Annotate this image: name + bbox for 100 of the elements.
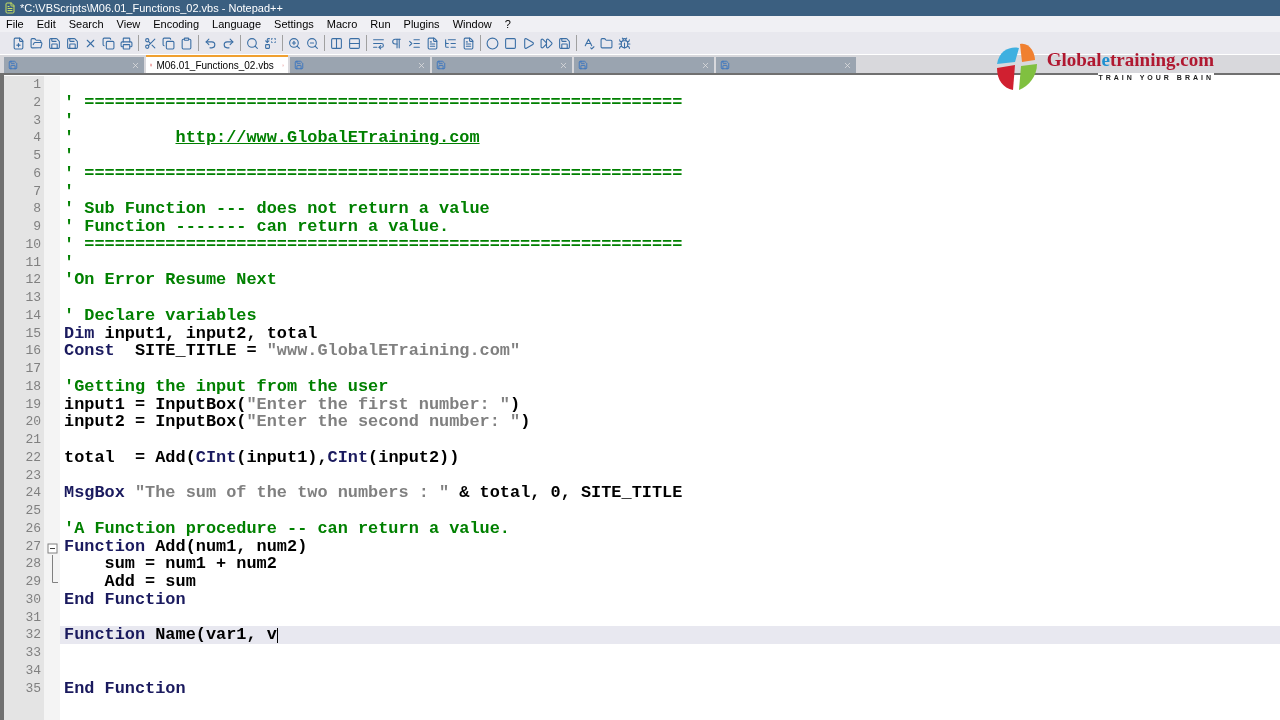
document-icon[interactable]: [462, 36, 475, 50]
line-number: 32: [25, 626, 41, 644]
menu-item[interactable]: Search: [68, 15, 104, 33]
line-number: 34: [25, 661, 41, 680]
menu-item[interactable]: Language: [212, 15, 262, 33]
copy-icon[interactable]: [162, 36, 175, 50]
line-number: 11: [25, 253, 41, 272]
menu-item[interactable]: Macro: [326, 15, 358, 33]
line-number: 29: [25, 573, 41, 591]
redo-icon[interactable]: [222, 36, 235, 50]
text-cursor: [276, 627, 278, 643]
code-line: ': [64, 111, 75, 130]
save-all-icon[interactable]: [66, 36, 79, 50]
line-number: 23: [25, 466, 41, 485]
code-line: ' ===========================================================: [64, 93, 683, 112]
line-number: 9: [33, 218, 41, 236]
line-number: 24: [25, 484, 41, 502]
word-wrap-icon[interactable]: [372, 36, 385, 50]
sync-vertical-icon[interactable]: [330, 36, 343, 50]
tab-label: M06.01_Functions_02.vbs: [156, 58, 274, 73]
line-number: 7: [33, 182, 41, 201]
menu-item[interactable]: Encoding: [153, 15, 200, 33]
cut-icon[interactable]: [144, 36, 157, 50]
line-number: 8: [33, 200, 41, 218]
line-number: 4: [33, 129, 41, 147]
bug-icon[interactable]: [618, 36, 631, 50]
code-line: Add = sum: [103, 573, 196, 591]
pilcrow-icon[interactable]: [390, 36, 403, 50]
code-line: ' Declare variables: [64, 306, 257, 325]
stop-icon[interactable]: [504, 36, 517, 50]
menu-item[interactable]: ?: [504, 15, 511, 33]
line-number: 33: [25, 644, 41, 662]
file-icon: [8, 60, 18, 70]
new-file-icon[interactable]: [12, 36, 25, 50]
code-line: End Function: [64, 679, 186, 698]
code-line: 'A Function procedure -- can return a value.: [64, 519, 510, 538]
menu-item[interactable]: View: [116, 15, 141, 33]
replace-icon[interactable]: [264, 36, 277, 50]
menu-item[interactable]: Run: [370, 15, 391, 33]
file-tab[interactable]: M06.01_Functions_02.vbs: [146, 55, 288, 73]
play-icon[interactable]: [522, 36, 535, 50]
code-line: ' http://www.GlobalETraining.com: [64, 129, 480, 147]
line-number: 27: [25, 537, 41, 556]
code-line: 'On Error Resume Next: [64, 271, 277, 289]
code-line: Dim input1, input2, total: [64, 324, 318, 343]
collapse-icon[interactable]: [46, 543, 58, 555]
sync-horizontal-icon[interactable]: [348, 36, 361, 50]
line-number: 22: [25, 448, 41, 467]
line-number: 31: [25, 608, 41, 627]
indent-guide-icon[interactable]: [408, 36, 421, 50]
code-line: End Function: [64, 590, 186, 609]
line-number: 19: [25, 395, 41, 414]
zoom-in-icon[interactable]: [288, 36, 301, 50]
undo-icon[interactable]: [204, 36, 217, 50]
code-line: ': [64, 253, 75, 272]
tree-icon[interactable]: [444, 36, 457, 50]
fast-forward-icon[interactable]: [540, 36, 553, 50]
search-icon[interactable]: [246, 36, 259, 50]
menu-item[interactable]: Settings: [274, 15, 314, 33]
menu-item[interactable]: Plugins: [403, 15, 440, 33]
code-line: input1 = InputBox("Enter the first number: "): [64, 395, 521, 414]
note-icon[interactable]: [426, 36, 439, 50]
menu-item[interactable]: Window: [452, 15, 492, 33]
line-number: 12: [25, 271, 41, 289]
line-number: 20: [25, 413, 41, 431]
code-line: Const SITE_TITLE = "www.GlobalETraining.com": [64, 342, 521, 360]
save-icon[interactable]: [48, 36, 61, 50]
line-number: 28: [25, 555, 41, 573]
line-number: 16: [25, 342, 41, 360]
code-line: ': [64, 147, 75, 165]
file-icon: [436, 60, 446, 70]
logo-text: Globaletraining.com: [1046, 50, 1214, 70]
line-number: 18: [25, 377, 41, 396]
folder-icon[interactable]: [600, 36, 613, 50]
code-line: 'Getting the input from the user: [64, 377, 389, 396]
paste-icon[interactable]: [180, 36, 193, 50]
print-icon[interactable]: [120, 36, 133, 50]
line-number: 15: [25, 324, 41, 343]
line-number: 10: [25, 235, 41, 254]
line-number: 6: [33, 164, 41, 183]
code-line: Function Name(var1, v: [64, 626, 277, 644]
line-number: 1: [33, 76, 41, 94]
record-icon[interactable]: [486, 36, 499, 50]
line-number: 2: [33, 93, 41, 112]
file-icon: [294, 60, 304, 70]
spell-check-icon[interactable]: [582, 36, 595, 50]
close-all-icon[interactable]: [102, 36, 115, 50]
open-folder-icon[interactable]: [30, 36, 43, 50]
code-line: input2 = InputBox("Enter the second number: "): [64, 413, 531, 431]
line-number: 3: [33, 111, 41, 130]
save-macro-icon[interactable]: [558, 36, 571, 50]
code-line: ' ===========================================================: [64, 164, 683, 183]
line-number: 21: [25, 431, 41, 449]
app-icon: [4, 2, 16, 14]
line-number: 13: [25, 289, 41, 307]
menu-item[interactable]: File: [6, 15, 24, 33]
zoom-out-icon[interactable]: [306, 36, 319, 50]
code-line: ': [64, 182, 75, 201]
code-line: MsgBox "The sum of the two numbers : " & total, 0, SITE_TITLE: [64, 484, 683, 502]
menu-item[interactable]: Edit: [36, 15, 56, 33]
